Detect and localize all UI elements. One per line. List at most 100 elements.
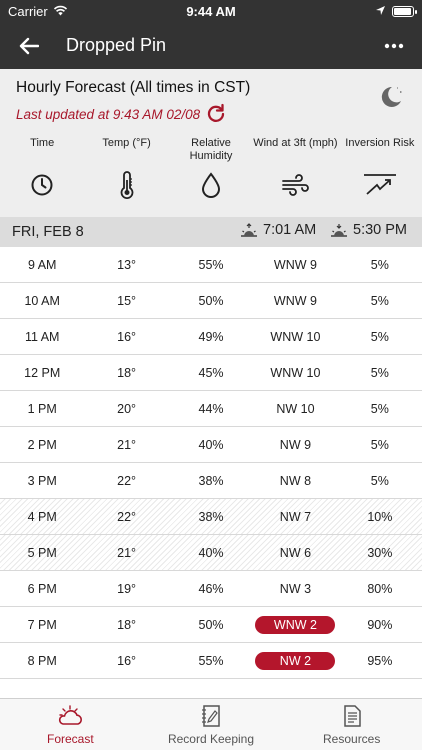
tab-label: Forecast — [46, 732, 94, 746]
thermometer-icon — [118, 169, 136, 201]
temp-cell: 21° — [117, 437, 137, 452]
inversion-risk-cell: 5% — [370, 473, 389, 488]
time-cell: 2 PM — [27, 437, 57, 452]
nav-bar: Dropped Pin — [0, 22, 422, 69]
table-row: 4 PM 22° 38% NW 7 10% — [0, 499, 422, 535]
time-cell: 3 PM — [27, 473, 57, 488]
column-label: Time — [30, 137, 55, 149]
inversion-risk-cell: 30% — [367, 545, 393, 560]
cloud-sun-icon — [55, 703, 85, 729]
column-label: Relative Humidity — [189, 137, 233, 162]
sunset: 5:30 PM — [330, 222, 407, 238]
humidity-cell: 45% — [198, 365, 224, 380]
wind-cell: WNW 2 — [253, 615, 337, 634]
time-cell: 11 AM — [24, 329, 60, 344]
inversion-icon — [363, 169, 397, 201]
column-label: Temp (°F) — [102, 137, 151, 149]
table-row: 7 PM 18° 50% WNW 2 90% — [0, 607, 422, 643]
sunset-icon — [331, 224, 347, 237]
table-row: 1 PM 20° 44% NW 10 5% — [0, 391, 422, 427]
column-label: Wind at 3ft (mph) — [253, 137, 338, 149]
night-mode-icon[interactable] — [376, 83, 404, 111]
humidity-cell: 50% — [198, 293, 224, 308]
page-title: Dropped Pin — [66, 35, 167, 55]
tab-bar: Forecast Record Keeping Resources — [0, 698, 422, 750]
temp-cell: 19° — [117, 581, 137, 596]
wind-icon — [281, 169, 310, 201]
temp-cell: 15° — [117, 293, 137, 308]
table-row: 8 PM 16° 55% NW 2 95% — [0, 643, 422, 679]
sunrise-time: 7:01 AM — [263, 222, 317, 238]
table-row: 9 AM 13° 55% WNW 9 5% — [0, 247, 422, 283]
temp-cell: 16° — [117, 329, 137, 344]
temp-cell: 22° — [117, 473, 137, 488]
forecast-title: Hourly Forecast (All times in CST) — [16, 79, 251, 96]
time-cell: 6 PM — [27, 581, 57, 596]
tab-forecast[interactable]: Forecast — [0, 699, 141, 750]
tab-record-keeping[interactable]: Record Keeping — [141, 699, 282, 750]
hourly-table: 9 AM 13° 55% WNW 9 5% 10 AM 15° 50% WNW 9 5% 11 AM… — [0, 247, 422, 679]
column-headers: Time Temp (°F) Relative Humidity Wind at… — [0, 137, 422, 201]
battery-icon — [392, 5, 417, 17]
inversion-risk-cell: 90% — [367, 617, 393, 632]
back-arrow-icon — [19, 37, 39, 54]
wind-warning-badge: WNW 2 — [255, 615, 336, 634]
time-cell: 9 AM — [27, 257, 57, 272]
carrier-label: Carrier — [8, 3, 48, 19]
time-cell: 4 PM — [27, 509, 57, 524]
wifi-icon — [53, 4, 68, 19]
table-row: 3 PM 22° 38% NW 8 5% — [0, 463, 422, 499]
temp-cell: 20° — [117, 401, 137, 416]
humidity-cell: 38% — [198, 473, 224, 488]
wind-cell: WNW 10 — [270, 365, 321, 380]
temp-cell: 18° — [117, 365, 137, 380]
inversion-risk-cell: 10% — [367, 509, 393, 524]
droplet-icon — [200, 169, 222, 201]
wind-cell: WNW 9 — [273, 257, 317, 272]
humidity-cell: 55% — [198, 257, 224, 272]
wind-cell: NW 8 — [279, 473, 312, 488]
inversion-risk-cell: 5% — [370, 401, 389, 416]
humidity-cell: 55% — [198, 653, 224, 668]
back-button[interactable] — [14, 31, 44, 61]
table-row: 11 AM 16° 49% WNW 10 5% — [0, 319, 422, 355]
temp-cell: 13° — [117, 257, 137, 272]
refresh-icon[interactable] — [206, 103, 226, 126]
column-humidity: Relative Humidity — [169, 137, 253, 201]
tab-label: Resources — [323, 732, 381, 746]
more-dots-icon — [384, 43, 404, 49]
wind-cell: NW 3 — [279, 581, 312, 596]
humidity-cell: 49% — [198, 329, 224, 344]
status-bar: Carrier 9:44 AM — [0, 0, 422, 22]
inversion-risk-cell: 5% — [370, 329, 389, 344]
inversion-risk-cell: 5% — [370, 293, 389, 308]
temp-cell: 22° — [117, 509, 137, 524]
time-cell: 7 PM — [27, 617, 57, 632]
time-cell: 10 AM — [24, 293, 60, 308]
inversion-risk-cell: 5% — [370, 257, 389, 272]
tab-label: Record Keeping — [167, 732, 255, 746]
wind-cell: WNW 10 — [270, 329, 321, 344]
more-options-button[interactable] — [382, 34, 406, 58]
temp-cell: 18° — [117, 617, 137, 632]
column-inversion: Inversion Risk — [338, 137, 422, 201]
temp-cell: 21° — [117, 545, 137, 560]
table-row: 10 AM 15° 50% WNW 9 5% — [0, 283, 422, 319]
forecast-header: Hourly Forecast (All times in CST) Last … — [0, 69, 422, 217]
last-updated: Last updated at 9:43 AM 02/08 — [16, 103, 406, 126]
wind-cell: NW 6 — [279, 545, 312, 560]
inversion-risk-cell: 80% — [367, 581, 393, 596]
tab-resources[interactable]: Resources — [281, 699, 422, 750]
inversion-risk-cell: 95% — [367, 653, 393, 668]
humidity-cell: 40% — [198, 437, 224, 452]
humidity-cell: 50% — [198, 617, 224, 632]
sunrise-icon — [241, 223, 257, 237]
humidity-cell: 44% — [198, 401, 224, 416]
wind-cell: NW 7 — [279, 509, 312, 524]
wind-cell: NW 2 — [253, 651, 337, 670]
table-row: 2 PM 21° 40% NW 9 5% — [0, 427, 422, 463]
temp-cell: 16° — [117, 653, 137, 668]
time-cell: 8 PM — [27, 653, 57, 668]
clock-icon — [30, 169, 54, 201]
notebook-icon — [200, 703, 222, 729]
